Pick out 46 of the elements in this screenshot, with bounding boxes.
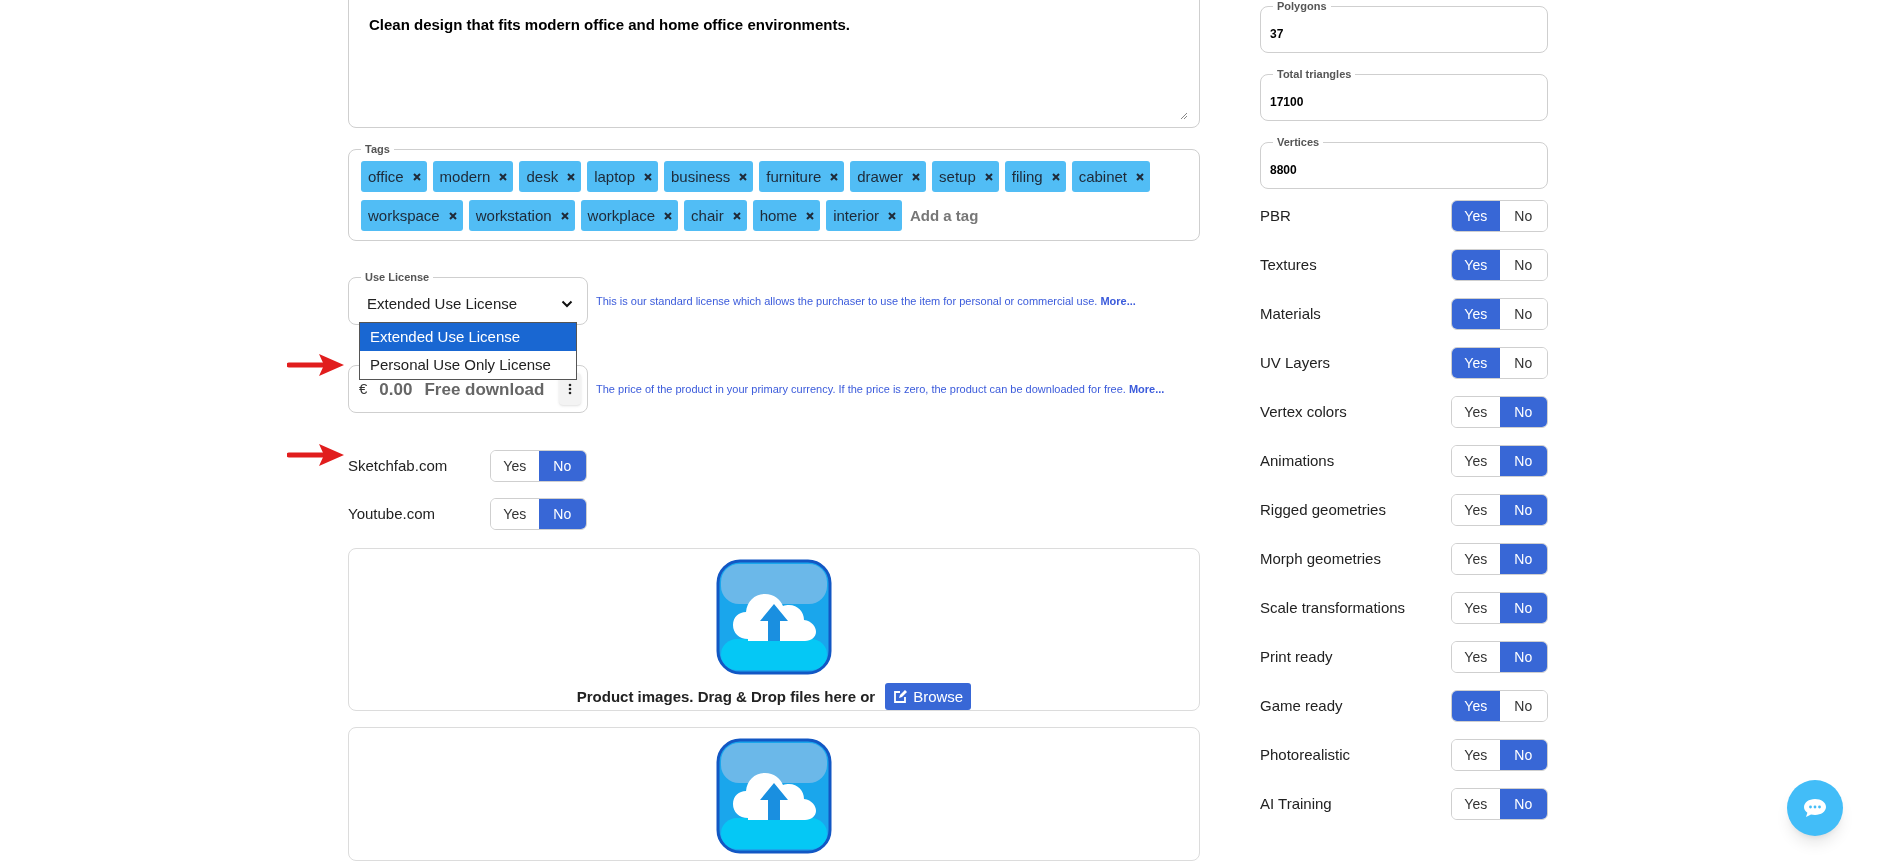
tag-label: business — [671, 166, 731, 187]
toggle-label: Youtube.com — [348, 504, 436, 525]
tag-label: desk — [526, 166, 559, 187]
field-label: Tags — [361, 142, 394, 157]
currency-symbol: € — [359, 379, 368, 400]
toggle-label: Textures — [1260, 254, 1317, 275]
toggle-label: Animations — [1260, 450, 1335, 471]
toggle-label: Sketchfab.com — [348, 456, 449, 477]
tag-label: chair — [691, 205, 724, 226]
description-text: Clean design that fits modern office and home office environments. — [369, 16, 850, 33]
tag-label: office — [368, 166, 404, 187]
tag-label: home — [759, 205, 798, 226]
price-note: Free download — [424, 378, 546, 401]
field-value: 17100 — [1270, 93, 1304, 111]
tag-label: modern — [439, 166, 491, 187]
toggle-label: Vertex colors — [1260, 401, 1347, 422]
tag-label: drawer — [857, 166, 904, 187]
tag-label: laptop — [594, 166, 635, 187]
tag-label: workplace — [587, 205, 656, 226]
toggle-label: PBR — [1260, 205, 1291, 226]
toggle-label: AI Training — [1260, 793, 1332, 814]
toggle-label: Scale transformations — [1260, 597, 1406, 618]
tag-label: workstation — [475, 205, 552, 226]
toggle-label: Print ready — [1260, 646, 1333, 667]
tag-label: furniture — [766, 166, 822, 187]
tag-label: cabinet — [1078, 166, 1128, 187]
upload-instructions: Product images. Drag & Drop files here or — [576, 686, 876, 707]
toggle-label: Rigged geometries — [1260, 499, 1386, 520]
toggle-label: UV Layers — [1260, 352, 1331, 373]
toggle-label: Materials — [1260, 303, 1321, 324]
help-text: This is our standard license which allows the purchaser to use the item for personal or commercial use. More... — [596, 294, 1136, 310]
select-value: Extended Use License — [367, 294, 518, 315]
field-label: Vertices — [1273, 135, 1324, 149]
toggle-label: Morph geometries — [1260, 548, 1381, 569]
help-text: The price of the product in your primary currency. If the price is zero, the product can be downloaded for free. More... — [596, 382, 1165, 398]
toggle-label: Photorealistic — [1260, 744, 1351, 765]
price-value: 0.00 — [379, 378, 413, 401]
tag-label: workspace — [368, 205, 440, 226]
tag-label: setup — [939, 166, 976, 187]
field-value: 37 — [1270, 25, 1284, 43]
field-label: Total triangles — [1273, 67, 1356, 81]
tag-label: filing — [1011, 166, 1043, 187]
tag-label: interior — [833, 205, 879, 226]
field-label: Polygons — [1273, 0, 1331, 13]
toggle-label: Game ready — [1260, 695, 1343, 716]
field-value: 8800 — [1270, 161, 1297, 179]
